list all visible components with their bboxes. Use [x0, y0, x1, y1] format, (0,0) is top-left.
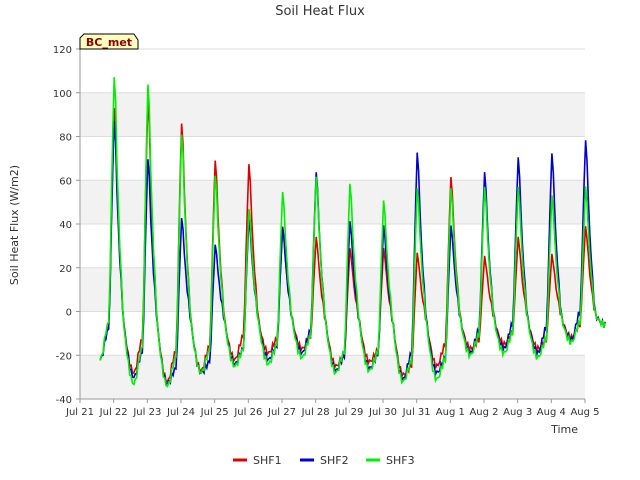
y-tick-label: 60	[59, 176, 72, 187]
x-tick-label: Jul 21	[65, 407, 94, 418]
x-tick-label: Jul 30	[368, 407, 397, 418]
y-tick-label: 100	[53, 89, 72, 100]
grid-band	[80, 180, 585, 224]
site-badge-label: BC_met	[86, 36, 132, 49]
x-tick-label: Aug 5	[570, 407, 599, 418]
y-axis-ticks: -40 -20 0 20 40 60 80 100 120	[53, 45, 80, 406]
y-tick-label: 120	[53, 45, 72, 56]
x-tick-label: Jul 29	[334, 407, 363, 418]
grid-band	[80, 224, 585, 268]
x-tick-label: Aug 2	[469, 407, 498, 418]
y-axis-label: Soil Heat Flux (W/m2)	[8, 165, 21, 285]
x-tick-label: Jul 26	[233, 407, 262, 418]
y-tick-label: 80	[59, 133, 72, 144]
legend: SHF1 SHF2 SHF3	[233, 454, 415, 467]
x-axis-ticks: Jul 21 Jul 22 Jul 23 Jul 24 Jul 25 Jul 26 Jul …	[65, 399, 600, 418]
x-tick-label: Jul 31	[402, 407, 431, 418]
legend-label-shf3: SHF3	[386, 454, 415, 467]
grid-band	[80, 355, 585, 399]
grid-band	[80, 92, 585, 137]
x-tick-label: Jul 22	[99, 407, 128, 418]
chart-title: Soil Heat Flux	[275, 4, 365, 19]
y-tick-label: 20	[59, 264, 72, 275]
x-tick-label: Aug 3	[503, 407, 532, 418]
y-tick-label: 0	[66, 308, 72, 319]
x-tick-label: Aug 4	[537, 407, 566, 418]
x-axis-label: Time	[550, 423, 578, 436]
x-tick-label: Jul 27	[267, 407, 296, 418]
x-tick-label: Aug 1	[436, 407, 465, 418]
legend-label-shf1: SHF1	[253, 454, 282, 467]
x-tick-label: Jul 28	[301, 407, 330, 418]
y-tick-label: -20	[56, 351, 72, 362]
x-tick-label: Jul 25	[200, 407, 229, 418]
y-tick-label: 40	[59, 220, 72, 231]
legend-label-shf2: SHF2	[320, 454, 349, 467]
soil-heat-flux-chart: Soil Heat Flux -40 -20 0 20 40 60 80 100 120 Jul…	[8, 4, 606, 467]
grid-band	[80, 136, 585, 181]
x-tick-label: Jul 24	[166, 407, 195, 418]
x-tick-label: Jul 23	[132, 407, 161, 418]
site-badge: BC_met	[79, 33, 139, 50]
grid-band	[80, 49, 585, 93]
y-tick-label: -40	[56, 395, 72, 406]
